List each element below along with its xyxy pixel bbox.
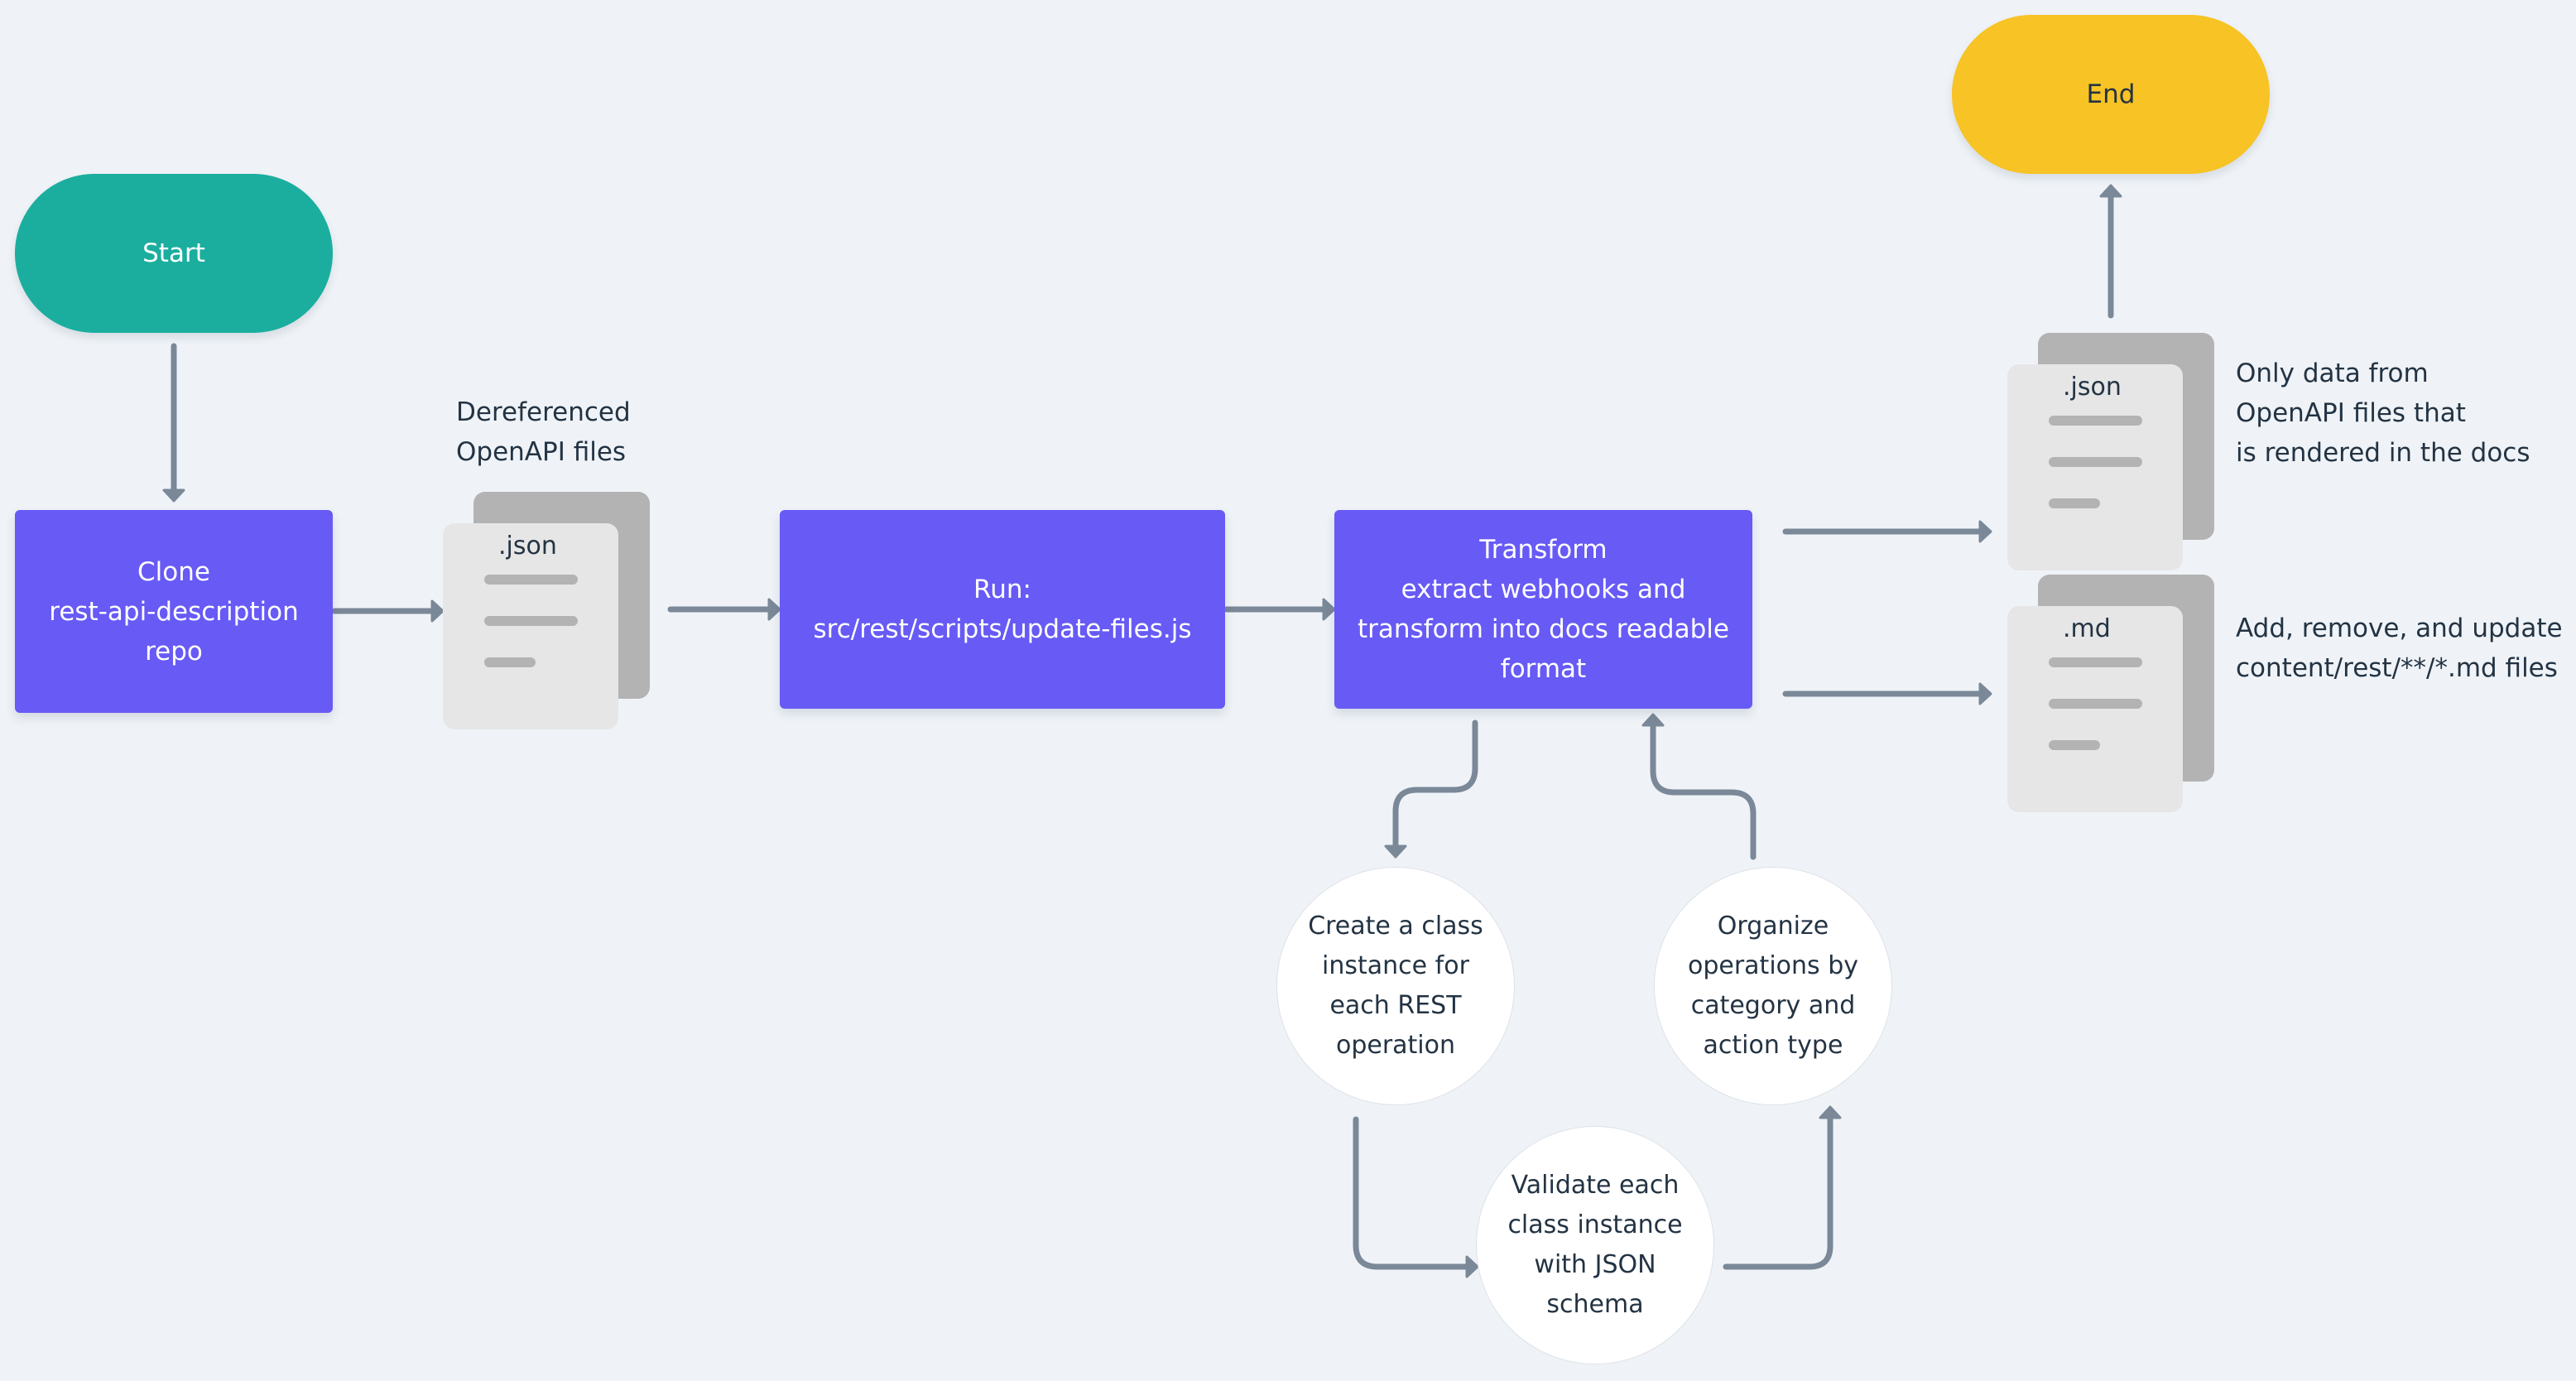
arrow-dereferenced-to-run xyxy=(667,598,781,621)
document-text-line xyxy=(484,575,578,585)
arrow-transform-to-output-json xyxy=(1782,520,1992,543)
start-label: Start xyxy=(142,238,205,268)
document-front-sheet: .json xyxy=(2007,364,2183,570)
end-label: End xyxy=(2086,79,2136,109)
document-extension: .json xyxy=(2063,373,2122,402)
run-script-step[interactable]: Run: src/rest/scripts/update-files.js xyxy=(780,510,1225,709)
document-text-line xyxy=(2049,498,2100,508)
document-text-line xyxy=(2049,416,2142,426)
organize-operations-step[interactable]: Organize operations by category and acti… xyxy=(1654,867,1892,1105)
dereferenced-json-document-icon[interactable]: .json xyxy=(443,492,650,730)
create-class-instance-label: Create a class instance for each REST op… xyxy=(1308,912,1483,1060)
arrow-output-to-end xyxy=(2099,184,2122,319)
arrow-create-to-validate xyxy=(1353,1116,1479,1278)
create-class-instance-step[interactable]: Create a class instance for each REST op… xyxy=(1276,867,1515,1105)
document-front-sheet: .json xyxy=(443,523,618,729)
transform-step[interactable]: Transform extract webhooks and transform… xyxy=(1334,510,1752,709)
dereferenced-files-caption: Dereferenced OpenAPI files xyxy=(456,397,631,467)
arrow-run-to-transform xyxy=(1223,598,1336,621)
arrow-transform-to-create xyxy=(1384,719,1478,859)
output-json-document-icon[interactable]: .json xyxy=(2007,333,2214,571)
arrow-clone-to-dereferenced xyxy=(331,599,445,623)
end-node[interactable]: End xyxy=(1952,15,2270,174)
document-text-line xyxy=(484,657,536,667)
document-text-line xyxy=(2049,657,2142,667)
arrow-validate-to-organize xyxy=(1723,1105,1842,1270)
document-extension: .json xyxy=(498,532,557,561)
document-text-line xyxy=(484,616,578,626)
organize-operations-label: Organize operations by category and acti… xyxy=(1687,912,1858,1060)
run-script-label: Run: src/rest/scripts/update-files.js xyxy=(813,575,1192,644)
transform-label: Transform extract webhooks and transform… xyxy=(1358,535,1729,684)
document-text-line xyxy=(2049,457,2142,467)
output-md-document-icon[interactable]: .md xyxy=(2007,575,2214,813)
arrow-transform-to-output-md xyxy=(1782,682,1992,705)
validate-schema-label: Validate each class instance with JSON s… xyxy=(1507,1171,1683,1319)
output-md-caption: Add, remove, and update content/rest/**/… xyxy=(2236,614,2563,683)
arrow-organize-to-transform xyxy=(1641,713,1757,860)
document-text-line xyxy=(2049,699,2142,709)
clone-repo-label: Clone rest-api-description repo xyxy=(49,556,299,666)
output-json-caption: Only data from OpenAPI files that is ren… xyxy=(2236,358,2530,468)
start-node[interactable]: Start xyxy=(15,174,333,333)
document-extension: .md xyxy=(2063,614,2111,643)
arrow-start-to-clone xyxy=(162,343,185,503)
clone-repo-step[interactable]: Clone rest-api-description repo xyxy=(15,510,333,713)
document-front-sheet: .md xyxy=(2007,606,2183,812)
document-text-line xyxy=(2049,740,2100,750)
validate-schema-step[interactable]: Validate each class instance with JSON s… xyxy=(1476,1126,1714,1364)
